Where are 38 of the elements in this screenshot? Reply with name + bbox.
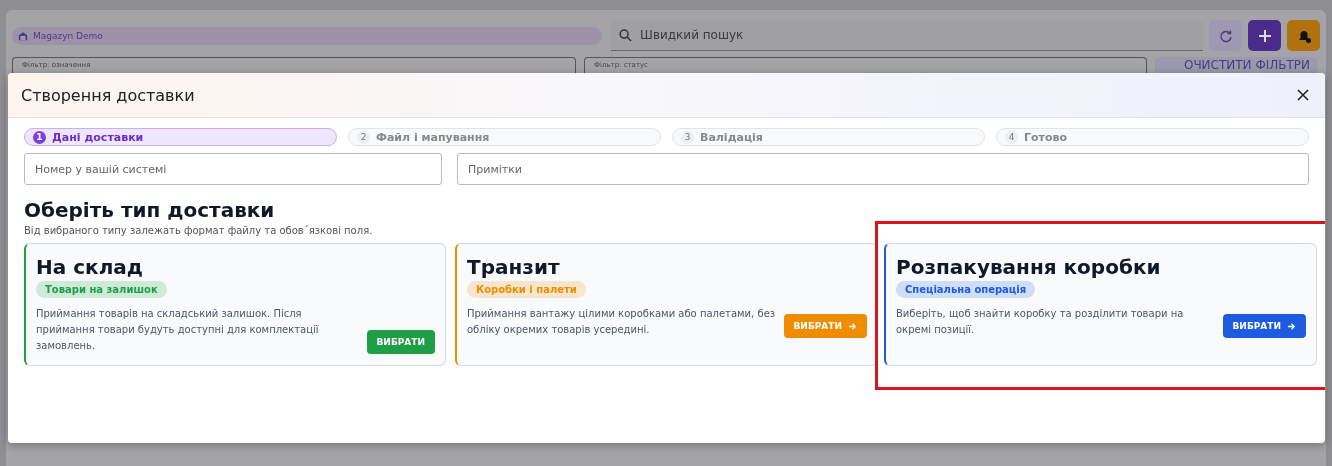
select-button[interactable]: ВИБРАТИ xyxy=(783,314,867,338)
search-input[interactable]: Швидкий пошук xyxy=(638,27,1196,43)
step-tab[interactable]: 4 Готово xyxy=(996,128,1309,146)
brand-name: Magazyn Demo xyxy=(33,30,103,41)
select-button[interactable]: ВИБРАТИ xyxy=(366,330,435,354)
card-description: Виберіть, щоб знайти коробку та розділити товари на окремі позиції. xyxy=(896,307,1185,337)
step-tab[interactable]: 3 Валідація xyxy=(672,128,985,146)
card-tag: Товари на залишок xyxy=(36,281,167,298)
card-tag: Коробки і палети xyxy=(467,281,586,298)
card-title: Транзит xyxy=(467,254,560,280)
arrow-icon xyxy=(1287,321,1296,331)
close-button[interactable] xyxy=(1295,87,1311,103)
notification-settings-button[interactable] xyxy=(1287,20,1320,51)
refresh-icon xyxy=(1218,28,1233,43)
plus-icon xyxy=(1257,28,1272,43)
brand-pill[interactable]: Magazyn Demo xyxy=(12,26,603,45)
card-description: Приймання вантажу цілими коробками або палетами, без обліку окремих товарів усередині. xyxy=(467,307,777,337)
delivery-type-card[interactable]: На склад Товари на залишок Приймання товарів на складський залишок. Після приймання товари будуть доступні для комплектації замовлень. ВИБРАТИ xyxy=(24,243,446,366)
refresh-button[interactable] xyxy=(1209,20,1243,51)
step-tab[interactable]: 1 Дані доставки xyxy=(24,128,337,146)
select-button[interactable]: ВИБРАТИ xyxy=(1222,314,1306,338)
search-field[interactable]: Швидкий пошук xyxy=(611,20,1204,51)
input-field[interactable]: Примітки xyxy=(457,153,1309,185)
search-icon xyxy=(619,28,633,42)
section-subheading: Від вибраного типу залежать формат файлу та обов΄язкові поля. xyxy=(24,225,374,236)
card-title: Розпакування коробки xyxy=(896,254,1161,280)
card-tag: Спеціальна операція xyxy=(896,281,1036,298)
card-title: На склад xyxy=(36,254,143,280)
dialog-title: Створення доставки xyxy=(21,85,195,105)
delivery-type-card[interactable]: Розпакування коробки Спеціальна операція Виберіть, щоб знайти коробку та розділити товари на окремі позиції. ВИБРАТИ xyxy=(884,243,1317,366)
delivery-type-card[interactable]: Транзит Коробки і палети Приймання вантажу цілими коробками або палетами, без обліку окремих товарів усередині. ВИБРАТИ xyxy=(455,243,878,366)
arrow-icon xyxy=(848,321,857,331)
card-description: Приймання товарів на складський залишок. Після приймання товари будуть доступні для комплектації замовлень. xyxy=(36,307,320,353)
step-tab[interactable]: 2 Файл і мапування xyxy=(348,128,661,146)
add-button[interactable] xyxy=(1248,20,1282,51)
warehouse-icon xyxy=(18,30,28,41)
section-heading: Оберіть тип доставки xyxy=(24,198,276,222)
input-field[interactable]: Номер у вашій системі xyxy=(24,153,442,185)
